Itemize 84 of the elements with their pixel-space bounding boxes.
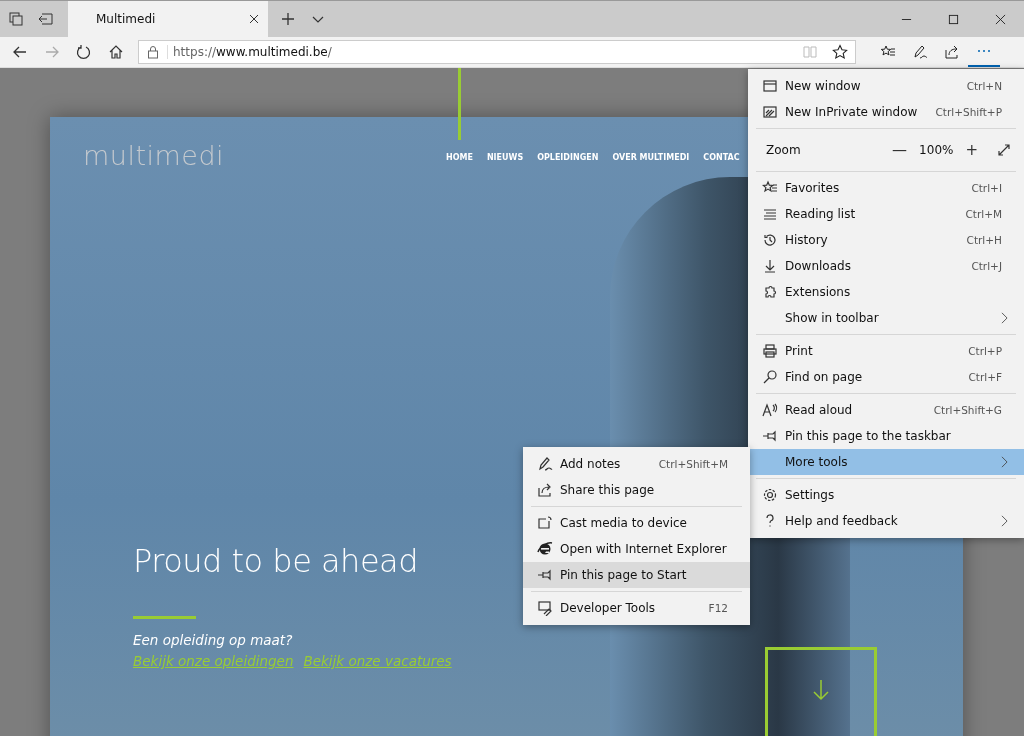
- chevron-right-icon: [1001, 515, 1008, 527]
- shortcut-text: Ctrl+F: [968, 371, 1002, 383]
- menu-item-label: New InPrivate window: [785, 105, 919, 119]
- scroll-down-button[interactable]: [765, 647, 877, 736]
- close-icon[interactable]: [248, 13, 260, 25]
- menu-item-label: Pin this page to Start: [560, 568, 688, 582]
- menu-item[interactable]: Open with Internet Explorer: [523, 536, 750, 562]
- menu-item-label: History: [785, 233, 829, 247]
- menu-item[interactable]: Cast media to device: [523, 510, 750, 536]
- menu-item-label: Find on page: [785, 370, 864, 384]
- fullscreen-icon[interactable]: [996, 142, 1012, 158]
- menu-item-label: Add notes: [560, 457, 622, 471]
- shortcut-text: Ctrl+Shift+G: [933, 404, 1002, 416]
- zoom-label: Zoom: [766, 143, 801, 157]
- menu-item[interactable]: Favorites Ctrl+I: [748, 175, 1024, 201]
- menu-item-label: Extensions: [785, 285, 852, 299]
- gear-icon: [762, 487, 778, 503]
- menu-item-label: Print: [785, 344, 814, 358]
- menu-item-label: Share this page: [560, 483, 656, 497]
- zoom-in-button[interactable]: +: [957, 141, 986, 159]
- lines-icon: [762, 206, 778, 222]
- read-aloud-icon: [762, 402, 778, 418]
- menu-item[interactable]: Extensions: [748, 279, 1024, 305]
- history-icon: [762, 232, 778, 248]
- hatched-window-icon: [762, 104, 778, 120]
- menu-item-label: Help and feedback: [785, 514, 899, 528]
- shortcut-text: F12: [708, 602, 728, 614]
- menu-item[interactable]: Print Ctrl+P: [748, 338, 1024, 364]
- chevron-right-icon: [1001, 456, 1008, 468]
- shortcut-text: Ctrl+I: [971, 182, 1002, 194]
- share-icon: [537, 482, 553, 498]
- cast-icon: [537, 515, 553, 531]
- menu-item[interactable]: History Ctrl+H: [748, 227, 1024, 253]
- menu-item-label: Pin this page to the taskbar: [785, 429, 952, 443]
- menu-item-label: Read aloud: [785, 403, 854, 417]
- menu-item[interactable]: Read aloud Ctrl+Shift+G: [748, 397, 1024, 423]
- shortcut-text: Ctrl+Shift+M: [658, 458, 728, 470]
- printer-icon: [762, 343, 778, 359]
- shortcut-text: Ctrl+Shift+P: [935, 106, 1002, 118]
- pin-icon: [762, 428, 778, 444]
- menu-item[interactable]: Developer Tools F12: [523, 595, 750, 621]
- shortcut-text: Ctrl+J: [971, 260, 1002, 272]
- window-icon: [762, 78, 778, 94]
- down-arrow-icon: [811, 678, 831, 702]
- browser-tab[interactable]: Multimedi: [68, 1, 268, 37]
- menu-item-label: Open with Internet Explorer: [560, 542, 728, 556]
- pin-icon: [537, 567, 553, 583]
- menu-item[interactable]: Reading list Ctrl+M: [748, 201, 1024, 227]
- download-icon: [762, 258, 778, 274]
- menu-item-label: More tools: [785, 455, 849, 469]
- shortcut-text: Ctrl+P: [968, 345, 1002, 357]
- pen-icon: [537, 456, 553, 472]
- tools-icon: [537, 600, 553, 616]
- chevron-right-icon: [1001, 312, 1008, 324]
- menu-item-label: Downloads: [785, 259, 852, 273]
- menu-item[interactable]: Share this page: [523, 477, 750, 503]
- menu-item-label: Developer Tools: [560, 601, 657, 615]
- shortcut-text: Ctrl+M: [965, 208, 1002, 220]
- search-icon: [762, 369, 778, 385]
- shortcut-text: Ctrl+H: [966, 234, 1002, 246]
- menu-item-label: Reading list: [785, 207, 857, 221]
- menu-item-label: Settings: [785, 488, 836, 502]
- menu-item[interactable]: New window Ctrl+N: [748, 73, 1024, 99]
- menu-item-label: Show in toolbar: [785, 311, 880, 325]
- menu-item[interactable]: More tools: [748, 449, 1024, 475]
- puzzle-icon: [762, 284, 778, 300]
- menu-item[interactable]: Find on page Ctrl+F: [748, 364, 1024, 390]
- menu-item[interactable]: Show in toolbar: [748, 305, 1024, 331]
- address-field[interactable]: https://www.multimedi.be/: [138, 40, 856, 64]
- shortcut-text: Ctrl+N: [966, 80, 1002, 92]
- menu-item-label: Favorites: [785, 181, 841, 195]
- menu-item[interactable]: New InPrivate window Ctrl+Shift+P: [748, 99, 1024, 125]
- menu-item[interactable]: Help and feedback: [748, 508, 1024, 534]
- menu-item[interactable]: Add notes Ctrl+Shift+M: [523, 451, 750, 477]
- menu-item-label: New window: [785, 79, 862, 93]
- menu-item[interactable]: Pin this page to Start: [523, 562, 750, 588]
- zoom-value: 100%: [918, 143, 955, 157]
- menu-item[interactable]: Downloads Ctrl+J: [748, 253, 1024, 279]
- menu-item[interactable]: Settings: [748, 482, 1024, 508]
- menu-item-label: Cast media to device: [560, 516, 688, 530]
- hero-subheading: Een opleiding op maat?: [133, 632, 294, 648]
- menu-item[interactable]: Pin this page to the taskbar: [748, 423, 1024, 449]
- hero-heading: Proud to be ahead: [133, 542, 418, 580]
- zoom-out-button[interactable]: —: [884, 141, 916, 159]
